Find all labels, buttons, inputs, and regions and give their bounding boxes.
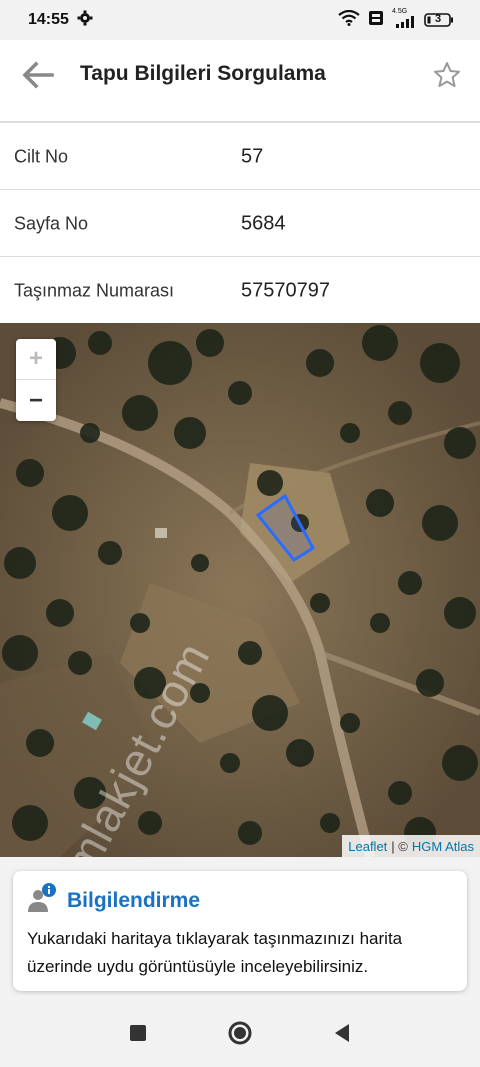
star-icon bbox=[434, 62, 460, 87]
status-bar: 14:55 4.5G 3 bbox=[0, 0, 480, 40]
square-icon bbox=[130, 1024, 146, 1041]
detail-label: Sayfa No bbox=[14, 213, 89, 234]
arrow-left-icon bbox=[22, 61, 54, 89]
settings-gear-icon bbox=[77, 10, 93, 31]
info-title: Bilgilendirme bbox=[67, 888, 201, 912]
detail-label: Taşınmaz Numarası bbox=[14, 280, 175, 301]
app-bar: Tapu Bilgileri Sorgulama bbox=[0, 40, 480, 110]
attribution-separator: | © bbox=[391, 838, 408, 854]
signal-icon bbox=[392, 15, 416, 33]
back-nav-button[interactable] bbox=[333, 1023, 351, 1048]
volte-icon bbox=[368, 10, 384, 31]
home-button[interactable] bbox=[227, 1020, 253, 1051]
battery-level: 3 bbox=[435, 13, 442, 25]
zoom-control: + − bbox=[16, 339, 56, 421]
detail-value: 5684 bbox=[241, 212, 286, 235]
zoom-out-button[interactable]: − bbox=[16, 380, 56, 421]
details-list: Cilt No 57 Sayfa No 5684 Taşınmaz Numara… bbox=[0, 110, 480, 323]
favorite-button[interactable] bbox=[432, 60, 462, 90]
detail-row-tasinmaz: Taşınmaz Numarası 57570797 bbox=[0, 256, 480, 323]
system-nav-bar bbox=[0, 1003, 480, 1067]
info-card: Bilgilendirme Yukarıdaki haritaya tıklay… bbox=[13, 871, 467, 991]
detail-row-sayfa: Sayfa No 5684 bbox=[0, 189, 480, 256]
satellite-imagery bbox=[0, 323, 480, 857]
detail-label: Cilt No bbox=[14, 146, 69, 167]
detail-value: 57 bbox=[241, 145, 264, 168]
circle-icon bbox=[228, 1021, 252, 1044]
recents-button[interactable] bbox=[129, 1024, 147, 1047]
status-time: 14:55 bbox=[28, 11, 69, 28]
battery-icon: 3 bbox=[424, 12, 454, 28]
leaflet-link[interactable]: Leaflet bbox=[348, 839, 387, 854]
info-text: Yukarıdaki haritaya tıklayarak taşınmazı… bbox=[27, 929, 403, 976]
user-info-icon bbox=[27, 883, 59, 918]
list-top-divider bbox=[0, 110, 480, 122]
triangle-back-icon bbox=[335, 1023, 349, 1042]
detail-row-cilt: Cilt No 57 bbox=[0, 122, 480, 189]
back-button[interactable] bbox=[20, 58, 56, 92]
detail-value: 57570797 bbox=[241, 279, 330, 302]
wifi-icon bbox=[338, 9, 360, 31]
page-title: Tapu Bilgileri Sorgulama bbox=[80, 62, 326, 85]
zoom-in-button[interactable]: + bbox=[16, 339, 56, 380]
map-attribution: Leaflet | © HGM Atlas bbox=[342, 835, 480, 857]
network-type: 4.5G bbox=[392, 7, 408, 15]
hgm-atlas-link[interactable]: HGM Atlas bbox=[412, 839, 474, 854]
satellite-map[interactable]: emlakjet.com + − Leaflet | © HGM Atlas bbox=[0, 323, 480, 857]
